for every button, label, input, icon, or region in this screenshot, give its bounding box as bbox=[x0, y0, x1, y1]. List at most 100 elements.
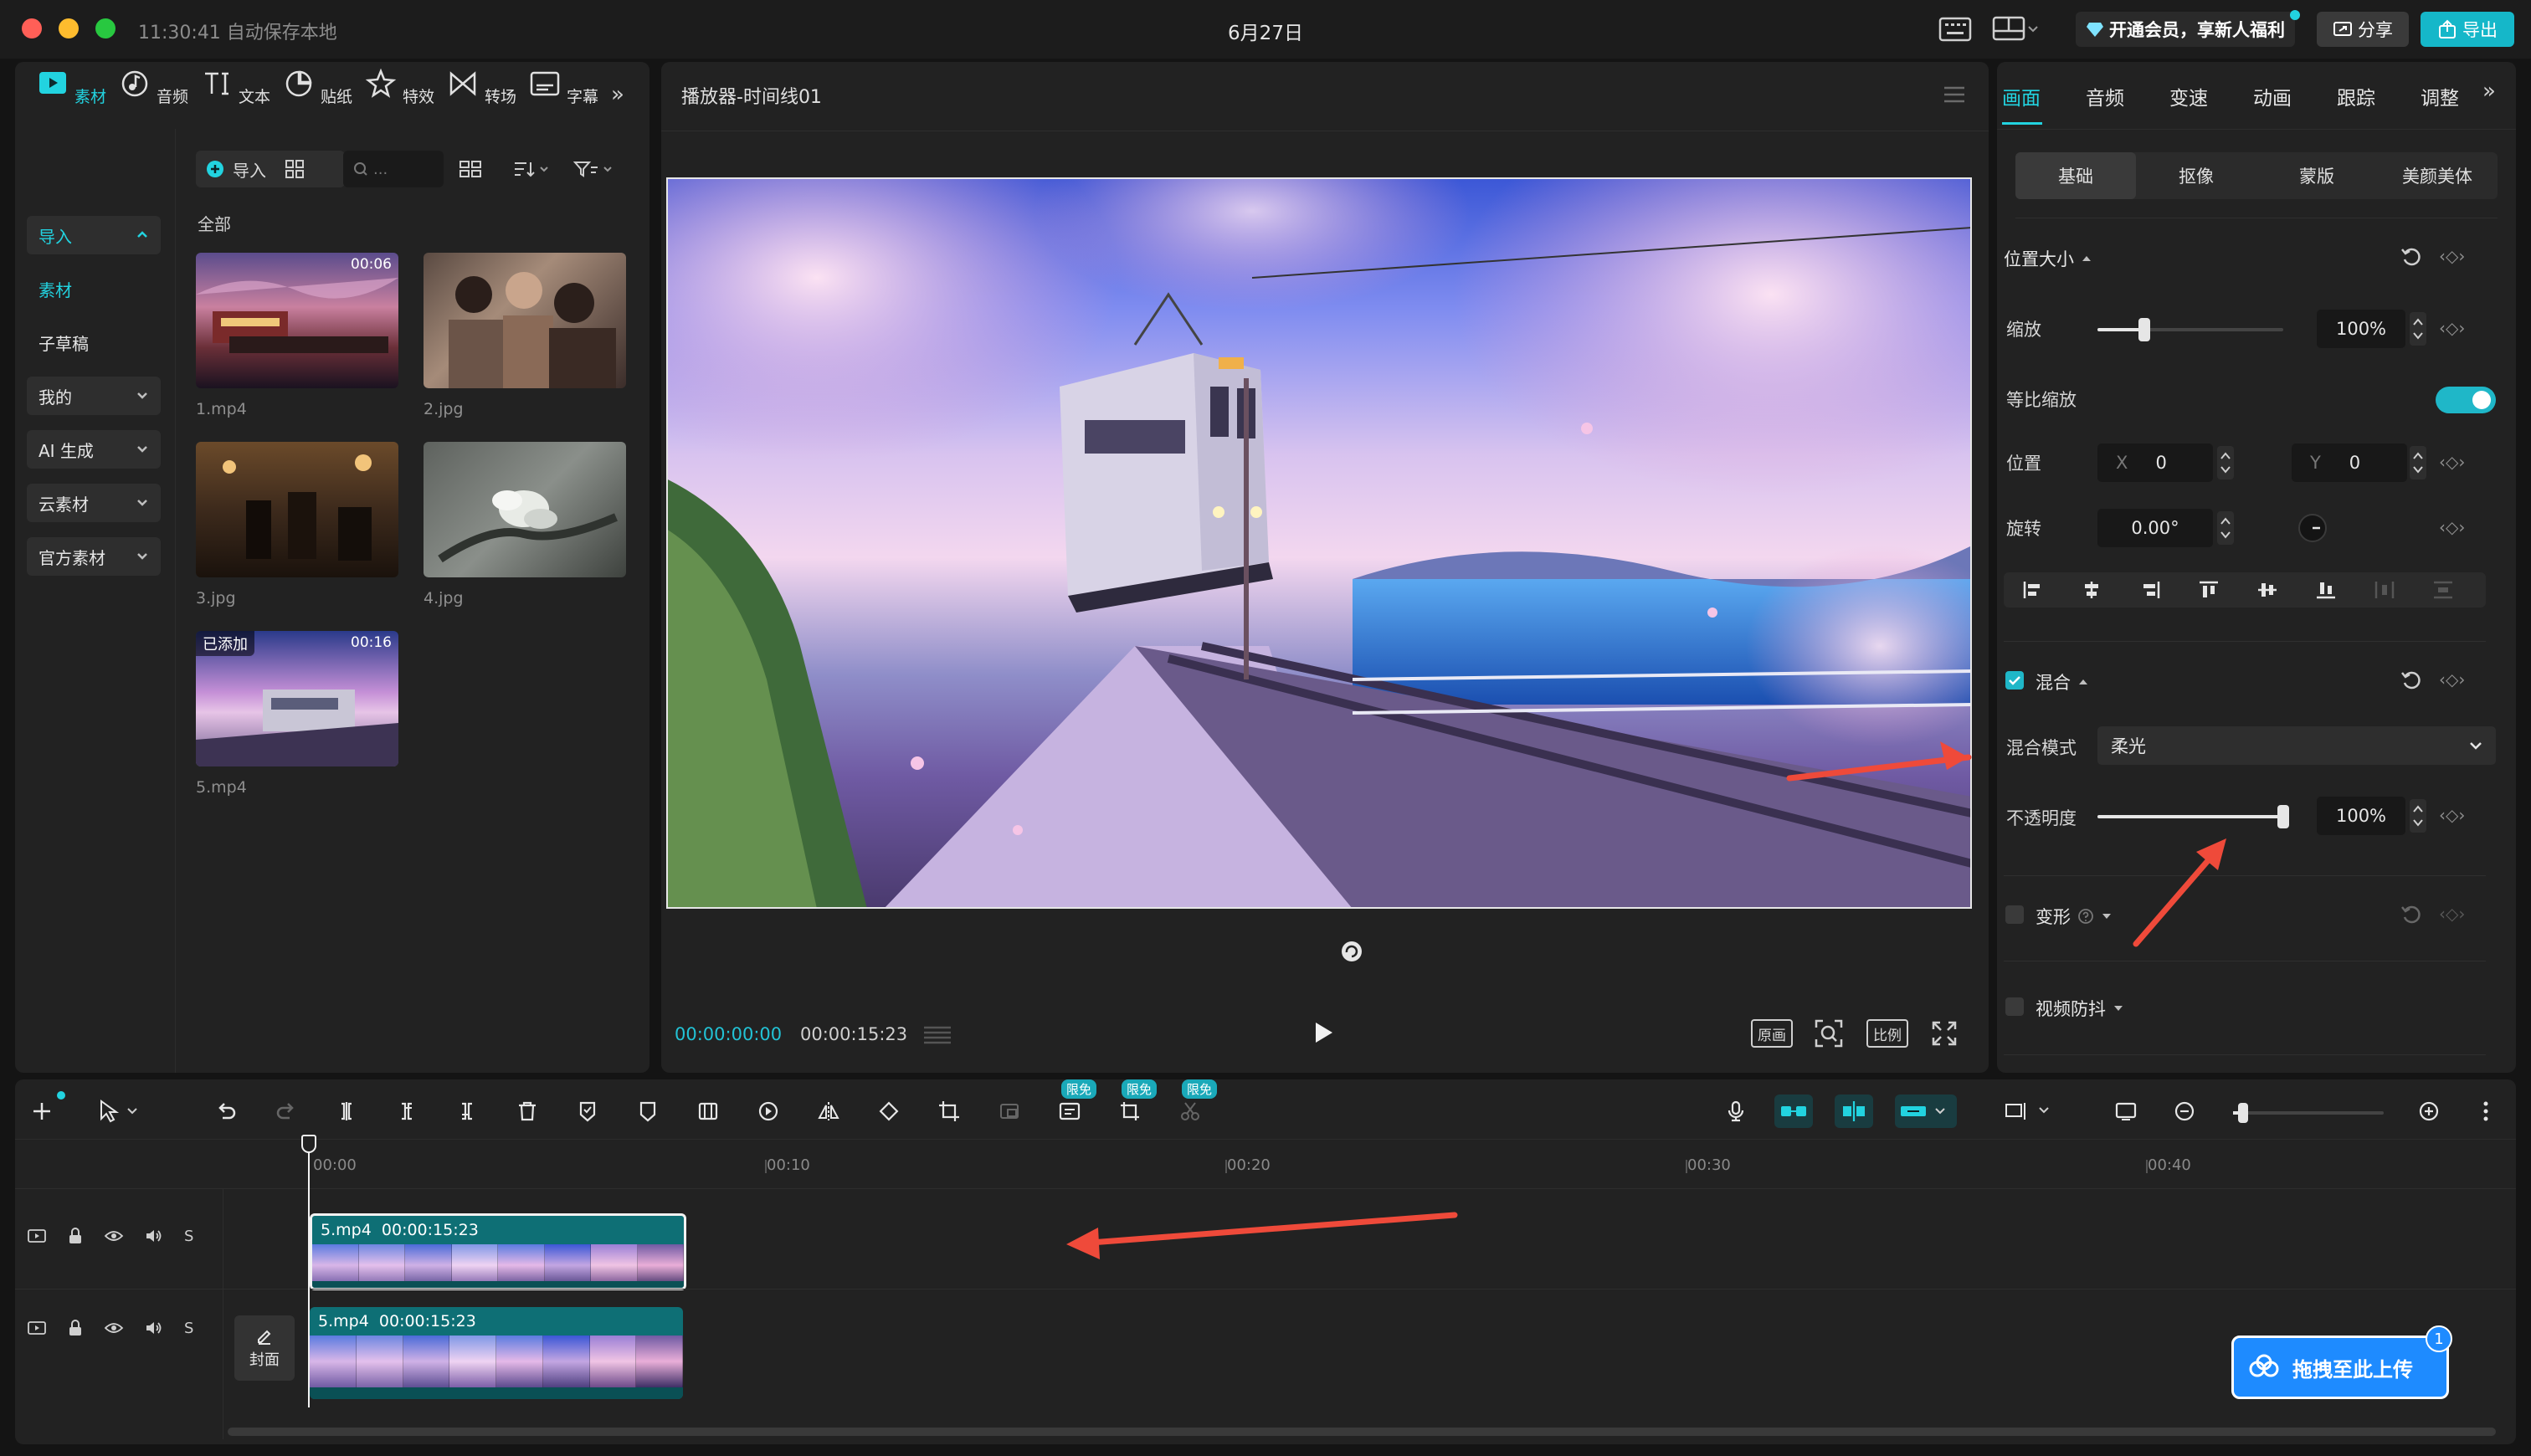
minimize-window-button[interactable] bbox=[59, 18, 79, 38]
cover-button[interactable]: 封面 bbox=[234, 1315, 295, 1381]
scale-input[interactable]: 100% bbox=[2317, 310, 2405, 348]
timeline-clip[interactable]: 5.mp4 00:00:15:23 bbox=[310, 1307, 683, 1399]
position-y-input[interactable]: Y 0 bbox=[2292, 443, 2407, 482]
zoom-in-icon[interactable] bbox=[2412, 1095, 2446, 1128]
solo-button[interactable]: S bbox=[184, 1228, 193, 1245]
speaker-icon[interactable] bbox=[144, 1320, 164, 1336]
solo-button[interactable]: S bbox=[184, 1320, 193, 1337]
aspect-ratio-button[interactable]: 比例 bbox=[1866, 1019, 1908, 1048]
main-track-magnet-icon[interactable] bbox=[1774, 1095, 1813, 1128]
stepper-icon[interactable] bbox=[2409, 311, 2427, 346]
scale-slider[interactable] bbox=[2097, 318, 2283, 341]
rotate-dial-icon[interactable] bbox=[2297, 512, 2328, 544]
original-quality-button[interactable]: 原画 bbox=[1751, 1019, 1793, 1048]
reset-icon[interactable] bbox=[2399, 244, 2424, 269]
reverse-icon[interactable] bbox=[752, 1095, 785, 1128]
video-preview[interactable] bbox=[666, 177, 1972, 909]
tab-animation[interactable]: 动画 bbox=[2253, 82, 2292, 110]
stepper-icon[interactable] bbox=[2409, 798, 2427, 833]
align-top-icon[interactable] bbox=[2198, 580, 2220, 600]
tab-text[interactable]: 文本 bbox=[194, 69, 276, 127]
align-left-icon[interactable] bbox=[2022, 580, 2044, 600]
tab-media[interactable]: 素材 bbox=[30, 69, 112, 127]
uniform-scale-toggle[interactable] bbox=[2436, 387, 2496, 413]
align-center-h-icon[interactable] bbox=[2081, 580, 2102, 600]
upload-widget[interactable]: 拖拽至此上传 bbox=[2231, 1336, 2449, 1399]
playhead[interactable] bbox=[308, 1138, 310, 1407]
help-icon[interactable] bbox=[2077, 908, 2094, 925]
filter-icon[interactable] bbox=[572, 159, 619, 179]
eye-icon[interactable] bbox=[104, 1320, 124, 1336]
shortcut-icon[interactable] bbox=[1938, 15, 1972, 44]
undo-icon[interactable] bbox=[209, 1095, 243, 1128]
media-item[interactable]: 已添加 00:16 5.mp4 bbox=[196, 631, 398, 797]
sidebar-item-media[interactable]: 素材 bbox=[27, 269, 161, 308]
list-icon[interactable] bbox=[921, 1023, 954, 1048]
zoom-out-icon[interactable] bbox=[2168, 1095, 2201, 1128]
more-tabs-icon[interactable]: » bbox=[611, 82, 624, 107]
position-x-input[interactable]: X 0 bbox=[2097, 443, 2213, 482]
stabilize-section[interactable]: 视频防抖 bbox=[2036, 996, 2124, 1021]
sidebar-item-ai-generate[interactable]: AI 生成 bbox=[27, 430, 161, 469]
tab-audio[interactable]: 音频 bbox=[112, 69, 194, 127]
blend-section[interactable]: 混合 bbox=[2036, 669, 2089, 695]
keyframe-icon[interactable]: ‹◇› bbox=[2439, 669, 2465, 690]
speaker-icon[interactable] bbox=[144, 1228, 164, 1244]
lock-icon[interactable] bbox=[67, 1319, 84, 1337]
stabilize-checkbox[interactable] bbox=[2005, 997, 2024, 1016]
split-icon[interactable] bbox=[330, 1095, 363, 1128]
lock-icon[interactable] bbox=[67, 1227, 84, 1245]
tab-canvas[interactable]: 画面 bbox=[2002, 82, 2041, 110]
fullscreen-icon[interactable] bbox=[1930, 1019, 1959, 1048]
align-right-icon[interactable] bbox=[2139, 580, 2161, 600]
transform-checkbox[interactable] bbox=[2005, 905, 2024, 924]
more-tabs-icon[interactable]: » bbox=[2482, 79, 2496, 104]
mirror-icon[interactable] bbox=[812, 1095, 845, 1128]
stepper-icon[interactable] bbox=[2409, 445, 2427, 480]
tab-transition[interactable]: 转场 bbox=[440, 69, 522, 127]
tab-speed[interactable]: 变速 bbox=[2169, 82, 2208, 110]
eye-icon[interactable] bbox=[104, 1228, 124, 1244]
maximize-window-button[interactable] bbox=[95, 18, 116, 38]
rotate-input[interactable]: 0.00° bbox=[2097, 509, 2213, 547]
sidebar-item-official[interactable]: 官方素材 bbox=[27, 537, 161, 576]
timeline-clip[interactable]: 5.mp4 00:00:15:23 bbox=[310, 1213, 686, 1290]
keyframe-icon[interactable]: ‹◇› bbox=[2439, 318, 2465, 338]
blend-checkbox[interactable] bbox=[2005, 671, 2024, 690]
close-window-button[interactable] bbox=[22, 18, 42, 38]
keyframe-icon[interactable]: ‹◇› bbox=[2439, 452, 2465, 472]
media-item[interactable]: 3.jpg bbox=[196, 442, 398, 608]
scale-slider-knob[interactable] bbox=[2138, 318, 2150, 341]
keyframe-icon[interactable]: ‹◇› bbox=[2439, 805, 2465, 825]
horizontal-scrollbar[interactable] bbox=[228, 1428, 2496, 1436]
delete-icon[interactable] bbox=[511, 1095, 544, 1128]
opacity-slider[interactable] bbox=[2097, 805, 2289, 828]
opacity-slider-knob[interactable] bbox=[2277, 805, 2289, 828]
more-options-icon[interactable] bbox=[2469, 1095, 2503, 1128]
playhead-handle[interactable] bbox=[301, 1135, 316, 1153]
sidebar-item-cloud[interactable]: 云素材 bbox=[27, 484, 161, 522]
sidebar-item-subdraft[interactable]: 子草稿 bbox=[27, 323, 161, 361]
tab-effects[interactable]: 特效 bbox=[358, 69, 440, 127]
select-tool-icon[interactable] bbox=[92, 1095, 151, 1128]
zoom-slider-knob[interactable] bbox=[2238, 1103, 2248, 1123]
media-item[interactable]: 4.jpg bbox=[424, 442, 626, 608]
share-button[interactable]: 分享 bbox=[2317, 12, 2409, 47]
align-center-v-icon[interactable] bbox=[2256, 580, 2278, 600]
tab-tracking[interactable]: 跟踪 bbox=[2337, 82, 2375, 110]
sidebar-item-mine[interactable]: 我的 bbox=[27, 377, 161, 415]
stepper-icon[interactable] bbox=[2216, 510, 2235, 546]
crop-icon[interactable] bbox=[932, 1095, 966, 1128]
view-grid-icon[interactable] bbox=[459, 159, 482, 179]
search-input[interactable]: ... bbox=[343, 151, 444, 187]
vip-promo-button[interactable]: 开通会员，享新人福利 bbox=[2076, 12, 2295, 47]
import-button[interactable]: 导入 bbox=[196, 151, 345, 187]
split-right-icon[interactable] bbox=[450, 1095, 484, 1128]
sidebar-item-import[interactable]: 导入 bbox=[27, 216, 161, 254]
tab-adjust[interactable]: 调整 bbox=[2421, 82, 2459, 110]
freeze-frame-icon[interactable] bbox=[691, 1095, 725, 1128]
fit-screen-icon[interactable] bbox=[1813, 1018, 1845, 1049]
shield-icon[interactable] bbox=[631, 1095, 665, 1128]
preview-axis-icon[interactable] bbox=[2000, 1095, 2059, 1128]
media-item[interactable]: 2.jpg bbox=[424, 253, 626, 418]
